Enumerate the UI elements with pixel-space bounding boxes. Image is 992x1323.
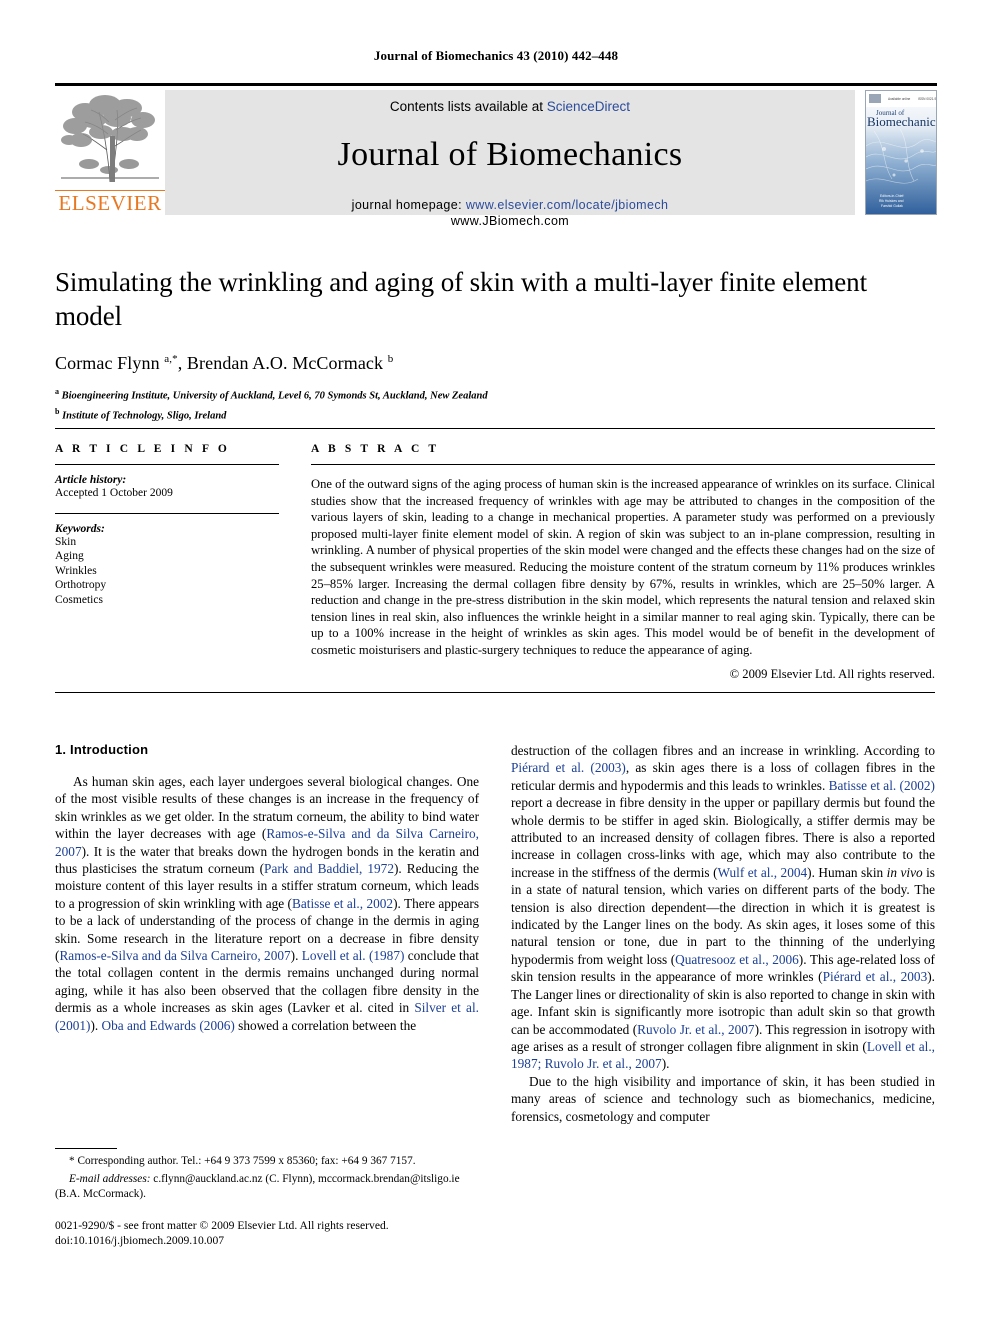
svg-text:Editors-in-Chief:: Editors-in-Chief: [880,194,904,198]
keyword-item: Skin [55,535,77,548]
keywords-label: Keywords: [55,522,105,535]
svg-text:Biomechanics: Biomechanics [867,114,936,129]
abstract-column: A B S T R A C T One of the outward signs… [307,443,935,682]
elsevier-logo: ELSEVIER [55,90,165,215]
journal-homepage-alt[interactable]: www.JBiomech.com [165,214,855,228]
author-list: Cormac Flynn a,*, Brendan A.O. McCormack… [55,353,394,373]
abstract-text: One of the outward signs of the aging pr… [311,477,935,657]
email-addresses-note[interactable]: E-mail addresses: c.flynn@auckland.ac.nz… [55,1172,479,1201]
abstract-copyright: © 2009 Elsevier Ltd. All rights reserved… [729,666,935,681]
intro-paragraph-right-1: destruction of the collagen fibres and a… [511,743,935,1072]
homepage-url-link[interactable]: www.elsevier.com/locate/jbiomech [466,198,668,212]
cover-artwork-icon: Available online ISSN 0021-9290 Journal … [866,91,936,214]
article-info-rule [55,464,279,465]
intro-paragraph-left: As human skin ages, each layer undergoes… [55,774,479,1033]
keywords-rule [55,512,279,514]
keyword-item: Wrinkles [55,564,97,577]
imprint-block: 0021-9290/$ - see front matter © 2009 El… [55,1218,389,1248]
abstract-heading: A B S T R A C T [311,443,440,455]
svg-text:Rik Huiskes and: Rik Huiskes and [879,199,904,203]
affiliation-b-text: Institute of Technology, Sligo, Ireland [62,410,227,421]
keyword-item: Orthotropy [55,579,107,591]
body-columns: 1. Introduction As human skin ages, each… [55,742,935,1125]
article-history-label: Article history: [55,474,127,486]
abstract-rule [311,464,935,465]
band-bottom-rule [55,691,935,693]
elsevier-wordmark: ELSEVIER [55,190,165,214]
running-head: Journal of Biomechanics 43 (2010) 442–44… [373,48,619,63]
body-column-left: 1. Introduction As human skin ages, each… [55,742,479,1125]
info-abstract-band: A R T I C L E I N F O Article history: A… [55,428,935,693]
footnote-rule [55,1148,117,1149]
article-history-item: Accepted 1 October 2009 [55,487,173,499]
article-info-heading: A R T I C L E I N F O [55,443,230,455]
front-matter-line: 0021-9290/$ - see front matter © 2009 El… [55,1219,389,1232]
intro-paragraph-right-2: Due to the high visibility and importanc… [511,1073,935,1124]
title-block: Simulating the wrinkling and aging of sk… [55,265,935,423]
corresponding-author-footnote: * Corresponding author. Tel.: +64 9 373 … [55,1148,479,1201]
body-column-right: destruction of the collagen fibres and a… [511,742,935,1125]
journal-cover-thumbnail: Available online ISSN 0021-9290 Journal … [865,90,937,215]
journal-masthead: ELSEVIER Contents lists available at Sci… [55,83,937,228]
keyword-item: Cosmetics [55,593,103,606]
affiliation-a: a Bioengineering Institute, University o… [55,387,488,402]
elsevier-tree-icon [57,92,163,188]
contents-prefix: Contents lists available at [389,99,544,114]
homepage-prefix: journal homepage: [351,198,462,212]
section-heading-introduction: 1. Introduction [55,742,149,757]
svg-text:Available online: Available online [888,97,910,101]
contents-available-line: Contents lists available at ScienceDirec… [165,99,855,114]
doi-line[interactable]: doi:10.1016/j.jbiomech.2009.10.007 [55,1233,389,1248]
affiliation-a-text: Bioengineering Institute, University of … [61,390,488,402]
article-info-column: A R T I C L E I N F O Article history: A… [55,443,307,682]
masthead-center: Contents lists available at ScienceDirec… [165,90,855,228]
sciencedirect-link[interactable]: ScienceDirect [547,99,630,114]
paper-page: Journal of Biomechanics 43 (2010) 442–44… [0,0,992,1323]
corresponding-author-note: * Corresponding author. Tel.: +64 9 373 … [69,1155,416,1167]
affiliation-b: b Institute of Technology, Sligo, Irelan… [55,406,227,422]
page-title: Simulating the wrinkling and aging of sk… [55,267,867,331]
journal-homepage-line: journal homepage: www.elsevier.com/locat… [165,198,855,212]
keyword-item: Aging [55,550,84,562]
journal-title: Journal of Biomechanics [337,136,683,173]
svg-text:Farshid Guilak: Farshid Guilak [881,204,903,208]
svg-text:ISSN 0021-9290: ISSN 0021-9290 [918,97,936,101]
